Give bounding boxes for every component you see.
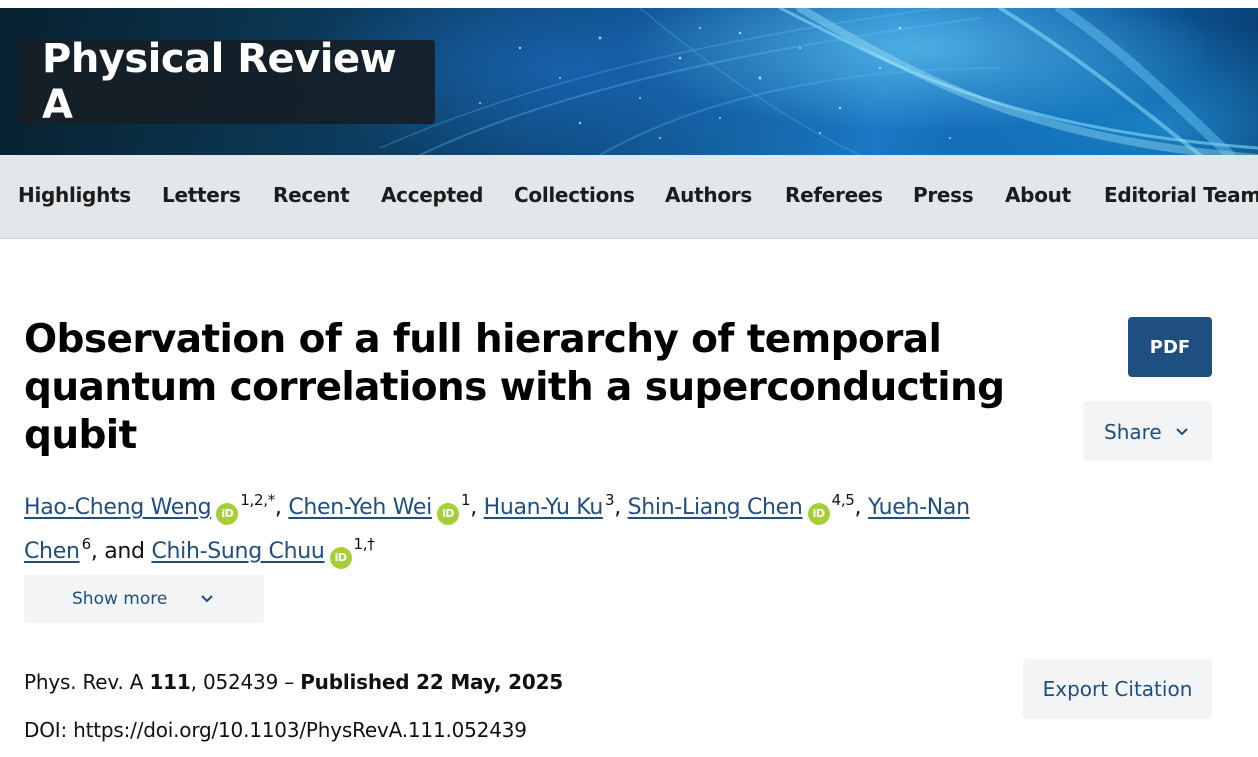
doi-line: DOI: https://doi.org/10.1103/PhysRevA.11… xyxy=(24,718,527,742)
share-button[interactable]: Share xyxy=(1083,401,1212,461)
author-link[interactable]: Hao-Cheng Weng xyxy=(24,495,212,520)
article-title-line-2: quantum correlations with a superconduct… xyxy=(24,365,1005,410)
share-label: Share xyxy=(1104,420,1162,444)
author-affiliation: 1 xyxy=(460,491,471,509)
volume-number: 111 xyxy=(149,670,191,694)
orcid-icon[interactable]: iD xyxy=(807,503,830,525)
journal-abbrev: Phys. Rev. A xyxy=(24,670,144,694)
nav-item-about[interactable]: About xyxy=(1005,183,1071,207)
pdf-button[interactable]: PDF xyxy=(1128,317,1212,377)
author-affiliation: 3 xyxy=(604,491,615,509)
author-link[interactable]: Huan-Yu Ku xyxy=(484,495,604,520)
show-more-label: Show more xyxy=(72,589,168,609)
chevron-down-icon xyxy=(201,595,213,603)
author-affiliation: 4,5 xyxy=(831,491,855,509)
chevron-down-icon xyxy=(1176,428,1188,436)
citation-line: Phys. Rev. A 111, 052439 – Published 22 … xyxy=(24,670,563,694)
journal-banner: Physical Review A xyxy=(0,8,1258,155)
author-affiliation: 1,† xyxy=(353,535,375,553)
author-separator: , xyxy=(470,495,477,520)
journal-title-box[interactable]: Physical Review A xyxy=(18,36,435,128)
nav-item-press[interactable]: Press xyxy=(913,183,974,207)
nav-item-editorial-team[interactable]: Editorial Team xyxy=(1104,183,1258,207)
author-separator: , and xyxy=(90,539,145,564)
main-nav: Highlights Letters Recent Accepted Colle… xyxy=(0,155,1258,239)
article-number: , 052439 – xyxy=(190,670,295,694)
nav-item-collections[interactable]: Collections xyxy=(514,183,635,207)
author-affiliation: 6 xyxy=(81,535,92,553)
author-link[interactable]: Chen xyxy=(24,539,80,564)
author-link[interactable]: Shin-Liang Chen xyxy=(628,495,803,520)
nav-item-highlights[interactable]: Highlights xyxy=(18,183,131,207)
author-link[interactable]: Yueh-Nan xyxy=(868,495,970,520)
author-separator: , xyxy=(854,495,862,520)
orcid-icon[interactable]: iD xyxy=(329,547,352,569)
article-title-line-1: Observation of a full hierarchy of tempo… xyxy=(24,317,942,362)
export-citation-button[interactable]: Export Citation xyxy=(1023,659,1212,719)
doi-link[interactable]: https://doi.org/10.1103/PhysRevA.111.052… xyxy=(73,718,527,742)
article-title: Observation of a full hierarchy of tempo… xyxy=(24,316,1034,460)
author-link[interactable]: Chen-Yeh Wei xyxy=(288,495,432,520)
nav-item-recent[interactable]: Recent xyxy=(273,183,350,207)
nav-item-letters[interactable]: Letters xyxy=(162,183,241,207)
published-date: Published 22 May, 2025 xyxy=(300,670,564,694)
nav-item-authors[interactable]: Authors xyxy=(665,183,752,207)
author-separator: , xyxy=(274,495,282,520)
show-more-button[interactable]: Show more xyxy=(24,575,264,623)
author-separator: , xyxy=(614,495,621,520)
nav-item-accepted[interactable]: Accepted xyxy=(381,183,483,207)
nav-item-referees[interactable]: Referees xyxy=(785,183,883,207)
journal-title[interactable]: Physical Review A xyxy=(42,36,435,128)
doi-label: DOI: xyxy=(24,718,67,742)
author-list: Hao-Cheng Weng iD1,2,*, Chen-Yeh Wei iD1, … xyxy=(24,482,1034,570)
article-title-line-3: qubit xyxy=(24,413,137,458)
orcid-icon[interactable]: iD xyxy=(436,503,459,525)
author-link[interactable]: Chih-Sung Chuu xyxy=(151,539,324,564)
orcid-icon[interactable]: iD xyxy=(216,503,239,525)
author-affiliation: 1,2,* xyxy=(240,491,275,509)
